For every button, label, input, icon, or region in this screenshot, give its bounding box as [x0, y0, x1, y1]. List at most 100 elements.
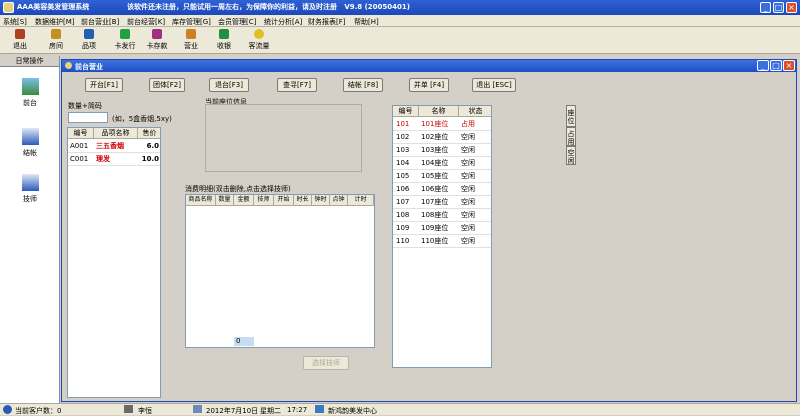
table-row[interactable]: 105 105座位 空闲	[393, 170, 491, 183]
column-header: 数量	[216, 195, 234, 206]
table-row[interactable]: C001 理发 10.0	[68, 153, 160, 166]
toolbar-card-issue-button[interactable]: 卡发行	[109, 29, 141, 53]
seat-name: 102座位	[421, 133, 449, 141]
qty-label: 数量+简码	[68, 102, 102, 110]
toolbar-items-button[interactable]: 品项	[73, 29, 105, 53]
select-technician-button[interactable]: 选择技师	[303, 356, 349, 370]
seat-number: 105	[396, 172, 410, 180]
toolbar-exit-button[interactable]: 退出	[4, 29, 36, 53]
toolbar-card-deposit-button[interactable]: 卡存款	[141, 29, 173, 53]
seat-number: 106	[396, 185, 410, 193]
traffic-icon	[254, 29, 264, 39]
subwindow-maximize-button[interactable]: □	[770, 60, 782, 71]
merge-bill-button[interactable]: 并单 [F4]	[409, 78, 449, 92]
open-table-button[interactable]: 开台[F1]	[85, 78, 123, 92]
qty-code-input[interactable]	[68, 112, 108, 123]
toolbar-label: 房间	[49, 42, 63, 50]
menu-front-operation[interactable]: 前台经营[K]	[127, 17, 165, 27]
table-row[interactable]: 104 104座位 空闲	[393, 157, 491, 170]
column-header: 编号	[393, 106, 419, 117]
menu-finance[interactable]: 财务报表[F]	[308, 17, 346, 27]
table-row[interactable]: 106 106座位 空闲	[393, 183, 491, 196]
seat-name: 107座位	[421, 198, 449, 206]
seat-status: 空闲	[461, 185, 475, 193]
toolbar-label: 卡发行	[114, 42, 136, 50]
consumption-label: 消费明细(双击删除,点击选择技师)	[185, 185, 291, 193]
toolbar-room-button[interactable]: 房间	[40, 29, 72, 53]
nav-label: 结帐	[23, 149, 37, 157]
items-icon	[84, 29, 94, 39]
menu-help[interactable]: 帮助[H]	[354, 17, 379, 27]
toolbar-traffic-button[interactable]: 客流量	[243, 29, 275, 53]
table-row[interactable]: 102 102座位 空闲	[393, 131, 491, 144]
version-text: V9.8 (20050401)	[344, 3, 410, 11]
menu-system[interactable]: 系统[S]	[3, 17, 27, 27]
subwindow-minimize-button[interactable]: _	[757, 60, 769, 71]
seat-name: 109座位	[421, 224, 449, 232]
seat-status: 空闲	[461, 211, 475, 219]
minimize-button[interactable]: _	[760, 2, 771, 13]
column-header: 名称	[419, 106, 459, 117]
toolbar-cashier-button[interactable]: 收银	[208, 29, 240, 53]
status-bar: 当前客户数：0 李恒 2012年7月10日 星期二 17:27 新鸿韵美发中心	[0, 403, 800, 415]
query-button[interactable]: 查寻[F7]	[277, 78, 317, 92]
seat-number: 104	[396, 159, 410, 167]
subwindow-close-button[interactable]: ×	[783, 60, 795, 71]
exit-button[interactable]: 退出 [ESC]	[472, 78, 516, 92]
group-button[interactable]: 团体[F2]	[149, 78, 185, 92]
seat-name: 108座位	[421, 211, 449, 219]
table-row[interactable]: 109 109座位 空闲	[393, 222, 491, 235]
table-row[interactable]: 103 103座位 空闲	[393, 144, 491, 157]
consumption-table: 商品名称 数量 金额 技师 开始 时长 钟时 点钟 计时 0	[185, 194, 375, 348]
table-row[interactable]: A001 三五香烟 6.0	[68, 140, 160, 153]
toolbar-label: 营业	[184, 42, 198, 50]
nav-technician[interactable]: 技师	[10, 174, 50, 204]
nav-checkout[interactable]: 结帐	[10, 128, 50, 158]
menu-members[interactable]: 会员管理[C]	[218, 17, 256, 27]
subwindow-title-bar: 前台营业 _ □ ×	[62, 60, 796, 72]
column-header: 状态	[459, 106, 491, 117]
app-icon	[3, 2, 14, 13]
nav-front-desk[interactable]: 前台	[10, 78, 50, 108]
card-deposit-icon	[152, 29, 162, 39]
window-icon	[65, 62, 72, 69]
column-header: 编号	[68, 128, 94, 139]
column-header: 品项名称	[94, 128, 138, 139]
total-qty-cell: 0	[234, 337, 254, 346]
table-row[interactable]: 107 107座位 空闲	[393, 196, 491, 209]
menu-inventory[interactable]: 库存管理[G]	[172, 17, 211, 27]
menu-statistics[interactable]: 统计分析[A]	[264, 17, 302, 27]
business-icon	[186, 29, 196, 39]
return-table-button[interactable]: 退台[F3]	[209, 78, 249, 92]
table-row[interactable]: 110 110座位 空闲	[393, 235, 491, 248]
menu-data-maintenance[interactable]: 数据维护[M]	[35, 17, 75, 27]
seat-name: 103座位	[421, 146, 449, 154]
item-price: 10.0	[141, 155, 159, 163]
toolbar-business-button[interactable]: 营业	[175, 29, 207, 53]
seat-status: 空闲	[461, 146, 475, 154]
registration-notice: 该软件还未注册，只能试用一周左右，为保障你的利益，请及时注册 V9.8 (200…	[127, 2, 410, 12]
table-row[interactable]: 108 108座位 空闲	[393, 209, 491, 222]
tab-occupied[interactable]: 占用	[566, 127, 576, 146]
seat-status: 空闲	[461, 159, 475, 167]
menu-front-business[interactable]: 前台营业[B]	[81, 17, 119, 27]
title-bar: AAA美容美发管理系统 该软件还未注册，只能试用一周左右，为保障你的利益，请及时…	[0, 0, 800, 15]
close-button[interactable]: ×	[786, 2, 797, 13]
toolbar-label: 客流量	[248, 42, 270, 50]
column-header: 售价	[138, 128, 160, 139]
menu-bar: 系统[S] 数据维护[M] 前台营业[B] 前台经营[K] 库存管理[G] 会员…	[0, 15, 800, 27]
column-header: 金额	[234, 195, 254, 206]
tab-seats[interactable]: 座位	[566, 105, 576, 127]
seat-status: 空闲	[461, 133, 475, 141]
seat-number: 103	[396, 146, 410, 154]
panel-header: 日常操作	[0, 56, 59, 67]
seat-status: 占用	[461, 120, 475, 128]
column-header: 开始	[274, 195, 294, 206]
tab-free[interactable]: 空闲	[566, 146, 576, 165]
seat-number: 101	[396, 120, 410, 128]
checkout-button[interactable]: 结帐 [F8]	[343, 78, 383, 92]
seat-status: 空闲	[461, 172, 475, 180]
maximize-button[interactable]: □	[773, 2, 784, 13]
table-row[interactable]: 101 101座位 占用	[393, 118, 491, 131]
item-price: 6.0	[146, 142, 159, 150]
